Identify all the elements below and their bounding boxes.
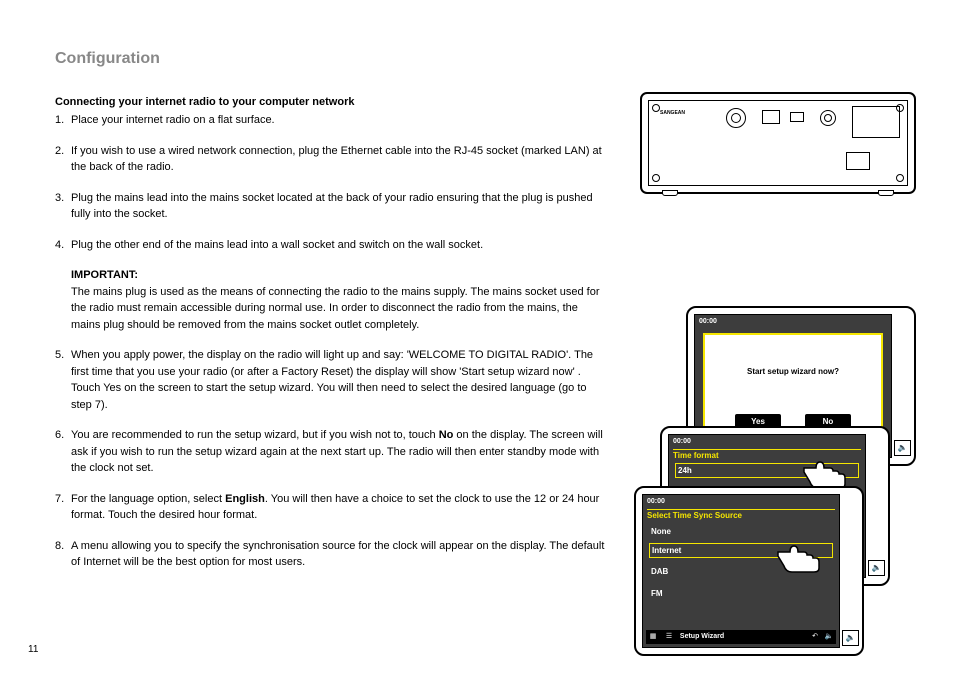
pointing-hand-icon [802, 454, 846, 490]
step-1: 1.Place your internet radio on a flat su… [55, 112, 610, 129]
subheading: Connecting your internet radio to your c… [55, 96, 610, 108]
speaker-icon[interactable]: 🔈 [894, 440, 911, 456]
clock-label: 00:00 [673, 438, 691, 445]
step-4: 4.Plug the other end of the mains lead i… [55, 237, 610, 254]
instruction-list: 1.Place your internet radio on a flat su… [55, 112, 610, 253]
time-format-title: Time format [673, 451, 719, 460]
brand-label: SANGEAN [660, 110, 685, 116]
option-fm[interactable]: FM [649, 587, 833, 600]
section-heading: Configuration [55, 50, 610, 68]
instruction-list-cont: 5.When you apply power, the display on t… [55, 347, 610, 571]
lan-port-icon [762, 110, 780, 124]
sync-title: Select Time Sync Source [647, 511, 742, 520]
compliance-label-icon [852, 106, 900, 138]
step-7: 7.For the language option, select Englis… [55, 491, 610, 524]
step-5: 5.When you apply power, the display on t… [55, 347, 610, 413]
menu-icon[interactable]: ☰ [662, 630, 676, 644]
important-label: IMPORTANT: [71, 267, 610, 284]
speaker-icon[interactable]: 🔈 [868, 560, 885, 576]
pointing-hand-icon [776, 538, 820, 574]
important-note: IMPORTANT: The mains plug is used as the… [71, 267, 610, 333]
page-number: 11 [28, 644, 38, 655]
power-inlet-icon [846, 152, 870, 170]
speaker-icon[interactable]: 🔈 [822, 630, 836, 644]
screen-footer: ▦ ☰ Setup Wizard 🔈 ↶ [646, 630, 836, 644]
grid-icon[interactable]: ▦ [646, 630, 660, 644]
important-text: The mains plug is used as the means of c… [71, 286, 600, 331]
clock-label: 00:00 [647, 498, 665, 505]
step-6: 6.You are recommended to run the setup w… [55, 427, 610, 477]
wizard-question: Start setup wizard now? [705, 367, 881, 376]
clock-label: 00:00 [699, 318, 717, 325]
back-icon[interactable]: ↶ [808, 630, 822, 644]
speaker-icon[interactable]: 🔈 [842, 630, 859, 646]
step-8: 8.A menu allowing you to specify the syn… [55, 538, 610, 571]
screen-time-sync: 00:00 Select Time Sync Source None Inter… [634, 486, 864, 656]
step-2: 2.If you wish to use a wired network con… [55, 143, 610, 176]
usb-port-icon [790, 112, 804, 122]
option-none[interactable]: None [649, 525, 833, 538]
step-3: 3.Plug the mains lead into the mains soc… [55, 190, 610, 223]
footer-label: Setup Wizard [680, 630, 724, 644]
radio-back-panel-illustration: SANGEAN [640, 92, 916, 194]
